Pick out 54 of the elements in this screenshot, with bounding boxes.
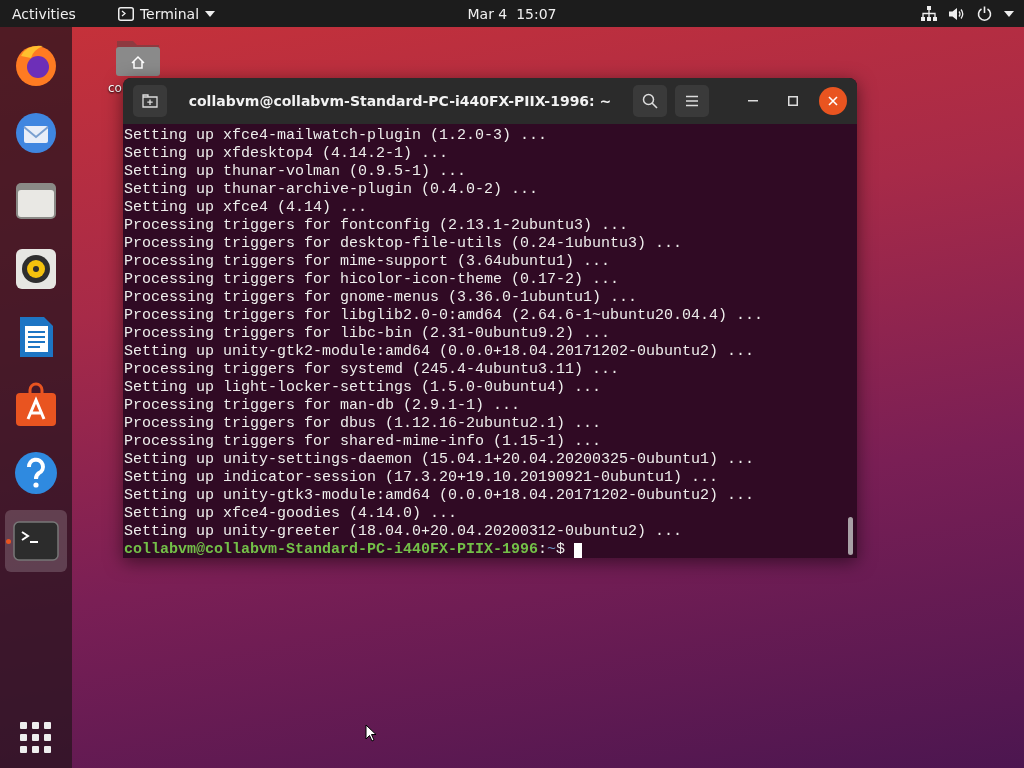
new-tab-icon [142,94,158,108]
terminal-output-line: Processing triggers for desktop-file-utils (0.24-1ubuntu3) ... [124,235,684,253]
terminal-output-line: Processing triggers for man-db (2.9.1-1) ... [124,397,522,415]
terminal-output-line: Processing triggers for libglib2.0-0:amd64 (2.64.6-1~ubuntu20.04.4) ... [124,307,765,325]
volume-icon[interactable] [949,6,965,21]
search-icon [642,93,658,109]
terminal-output-line: Processing triggers for fontconfig (2.13.1-2ubuntu3) ... [124,217,630,235]
terminal-output-line: Processing triggers for libc-bin (2.31-0ubuntu9.2) ... [124,325,612,343]
terminal-output-line: Setting up xfce4-goodies (4.14.0) ... [124,505,459,523]
network-icon[interactable] [921,6,937,21]
activities-button[interactable]: Activities [12,5,76,22]
terminal-icon [117,6,134,21]
scrollbar-thumb[interactable] [848,517,853,555]
bird-envelope-icon [13,110,59,156]
speaker-icon [13,246,59,292]
text-cursor [574,543,583,558]
terminal-output-line: Processing triggers for mime-support (3.64ubuntu1) ... [124,253,612,271]
terminal-output-line: Processing triggers for gnome-menus (3.36.0-1ubuntu1) ... [124,289,639,307]
app-menu[interactable]: Terminal [117,5,216,22]
close-icon [828,96,838,106]
terminal-output-line: Setting up thunar-volman (0.9.5-1) ... [124,163,468,181]
search-button[interactable] [633,85,667,117]
terminal-output-line: Setting up indicator-session (17.3.20+19.10.20190921-0ubuntu1) ... [124,469,720,487]
terminal-output-line: Setting up unity-gtk2-module:amd64 (0.0.0+18.04.20171202-0ubuntu2) ... [124,343,756,361]
terminal-output-line: Setting up unity-gtk3-module:amd64 (0.0.0+18.04.20171202-0ubuntu2) ... [124,487,756,505]
terminal-output-line: Setting up xfce4-mailwatch-plugin (1.2.0-3) ... [124,127,549,145]
mouse-pointer-icon [365,724,377,742]
help-icon [13,450,59,496]
terminal-icon [13,521,59,561]
clock[interactable]: Mar 4 15:07 [467,5,557,22]
minimize-icon [748,100,758,102]
terminal-output-line: Processing triggers for hicolor-icon-theme (0.17-2) ... [124,271,621,289]
menu-icon [685,95,699,107]
terminal-output-line: Processing triggers for systemd (245.4-4ubuntu3.11) ... [124,361,621,379]
app-grid-icon[interactable] [20,722,52,754]
menu-button[interactable] [675,85,709,117]
window-title: collabvm@collabvm-Standard-PC-i440FX-PIIX-1996: ~ [187,93,613,109]
terminal-output-line: Setting up unity-greeter (18.04.0+20.04.20200312-0ubuntu2) ... [124,523,684,541]
caret-icon [205,10,216,17]
maximize-icon [788,96,798,106]
terminal-output-line: Setting up xfdesktop4 (4.14.2-1) ... [124,145,450,163]
terminal-output-line: Setting up thunar-archive-plugin (0.4.0-2) ... [124,181,540,199]
terminal-output-line: Setting up xfce4 (4.14) ... [124,199,369,217]
desktop-icon-label: co [108,81,122,95]
caret-icon[interactable] [1004,10,1014,17]
terminal-output-line: Setting up unity-settings-daemon (15.04.1+20.04.20200325-0ubuntu1) ... [124,451,756,469]
terminal-output-line: Processing triggers for dbus (1.12.16-2ubuntu2.1) ... [124,415,603,433]
terminal-output-line: Setting up light-locker-settings (1.5.0-0ubuntu4) ... [124,379,603,397]
power-icon[interactable] [977,6,992,21]
shopping-bag-icon [13,382,59,428]
shell-prompt: collabvm@collabvm-Standard-PC-i440FX-PIIX-1996:~$ [124,541,857,558]
close-button[interactable] [819,87,847,115]
new-tab-button[interactable] [133,85,167,117]
terminal-output-line: Processing triggers for shared-mime-info (1.15-1) ... [124,433,603,451]
